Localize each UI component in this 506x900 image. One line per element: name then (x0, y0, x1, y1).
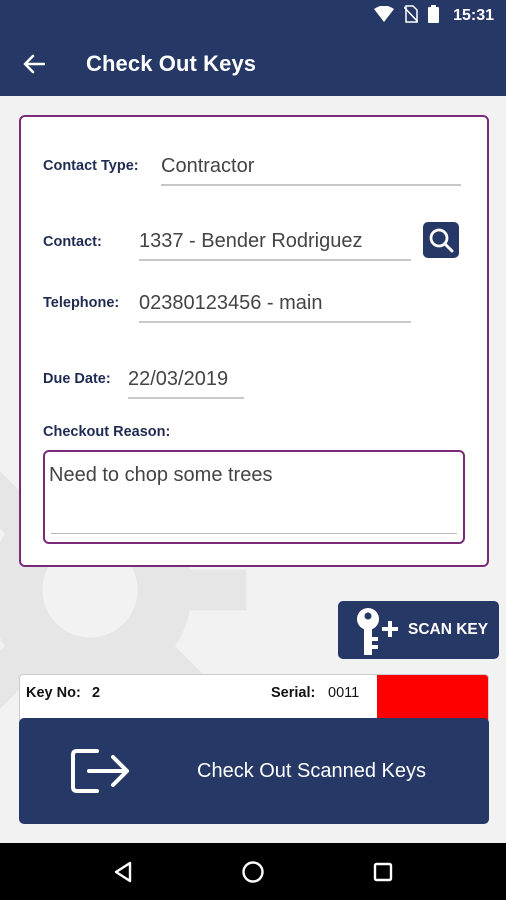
check-out-scanned-keys-button[interactable]: Check Out Scanned Keys (19, 718, 489, 824)
key-add-icon (357, 608, 398, 655)
serial-label: Serial: (271, 685, 316, 701)
key-no-label: Key No: (26, 685, 81, 701)
nav-recents-button[interactable] (363, 852, 403, 892)
key-no-value: 2 (92, 685, 101, 701)
checkout-reason-label: Checkout Reason: (43, 424, 171, 440)
check-out-label: Check Out Scanned Keys (197, 759, 427, 782)
checkout-reason-text: Need to chop some trees (49, 464, 273, 486)
home-circle-icon (242, 860, 264, 883)
recents-square-icon (373, 862, 393, 881)
telephone-field[interactable]: 02380123456 - main (139, 292, 411, 323)
system-nav-bar (0, 843, 506, 900)
due-date-label: Due Date: (43, 371, 111, 387)
status-bar: 15:31 (0, 0, 506, 32)
app-bar: Check Out Keys (0, 32, 506, 96)
scan-key-button[interactable]: SCAN KEY (338, 601, 499, 659)
contact-label: Contact: (43, 234, 102, 250)
wifi-icon (374, 5, 395, 27)
arrow-left-icon (23, 54, 45, 74)
back-triangle-icon (114, 861, 132, 882)
exit-icon (71, 749, 129, 793)
serial-value: 0011 (328, 685, 360, 701)
reason-underline (51, 533, 457, 534)
contact-type-field[interactable]: Contractor (161, 155, 461, 186)
nav-home-button[interactable] (233, 852, 273, 892)
due-date-field[interactable]: 22/03/2019 (128, 368, 244, 399)
contact-field[interactable]: 1337 - Bender Rodriguez (139, 230, 411, 261)
scan-key-label: SCAN KEY (408, 621, 489, 638)
search-icon (429, 228, 454, 253)
page-title: Check Out Keys (86, 51, 257, 76)
telephone-label: Telephone: (43, 295, 120, 311)
clock: 15:31 (453, 7, 494, 24)
contact-type-label: Contact Type: (43, 158, 139, 174)
checkout-reason-input[interactable]: Need to chop some trees (43, 450, 465, 544)
back-button[interactable] (6, 36, 62, 92)
battery-icon (428, 4, 440, 28)
nav-back-button[interactable] (103, 852, 143, 892)
checkout-form-card: Contact Type: Contractor Contact: 1337 -… (19, 115, 489, 567)
no-sim-icon (403, 4, 419, 28)
contact-search-button[interactable] (423, 222, 459, 258)
